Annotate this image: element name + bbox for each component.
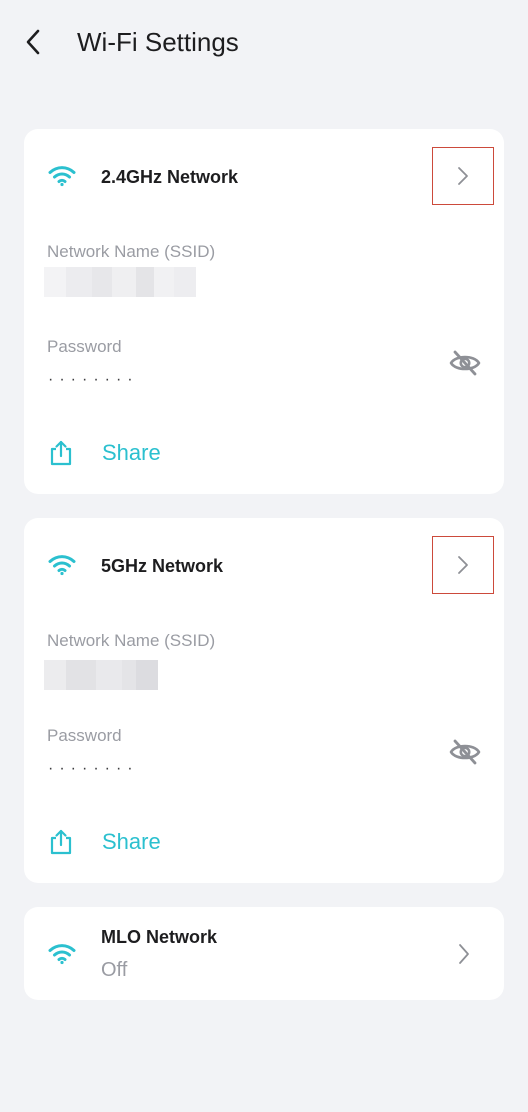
password-value: ········ bbox=[48, 760, 139, 777]
back-button[interactable] bbox=[20, 26, 50, 58]
ssid-blur-segment bbox=[174, 267, 196, 297]
open-mlo-settings-button[interactable] bbox=[454, 942, 474, 966]
toggle-password-visibility-button[interactable] bbox=[448, 738, 482, 766]
ssid-value bbox=[44, 267, 196, 297]
chevron-right-icon bbox=[458, 167, 468, 185]
network-row-5ghz[interactable]: 5GHz Network bbox=[24, 518, 504, 608]
mlo-status: Off bbox=[101, 959, 128, 981]
eye-off-icon bbox=[449, 350, 481, 376]
network-row-2-4ghz[interactable]: 2.4GHz Network bbox=[24, 129, 504, 219]
password-value: ········ bbox=[48, 371, 139, 388]
ssid-blur-segment bbox=[136, 660, 158, 690]
ssid-blur-segment bbox=[66, 267, 92, 297]
wifi-settings-screen: Wi-Fi Settings 2.4GHz Network Network Na… bbox=[0, 0, 528, 1112]
chevron-left-icon bbox=[26, 29, 40, 55]
password-label: Password bbox=[47, 337, 122, 356]
network-card-mlo[interactable]: MLO Network Off bbox=[24, 907, 504, 1000]
ssid-label: Network Name (SSID) bbox=[47, 631, 216, 650]
network-title: 2.4GHz Network bbox=[101, 167, 239, 187]
ssid-blur-segment bbox=[66, 660, 96, 690]
ssid-blur-segment bbox=[44, 267, 66, 297]
share-label: Share bbox=[102, 440, 161, 465]
ssid-value bbox=[44, 660, 158, 690]
chevron-right-icon bbox=[458, 556, 468, 574]
toggle-password-visibility-button[interactable] bbox=[448, 349, 482, 377]
header: Wi-Fi Settings bbox=[0, 0, 528, 86]
chevron-right-icon bbox=[459, 944, 469, 964]
open-5ghz-settings-button[interactable] bbox=[432, 536, 494, 594]
network-title: 5GHz Network bbox=[101, 556, 224, 576]
share-icon bbox=[50, 829, 72, 855]
page-title: Wi-Fi Settings bbox=[77, 27, 239, 57]
eye-off-icon bbox=[449, 739, 481, 765]
network-card-2-4ghz: 2.4GHz Network Network Name (SSID) Passw… bbox=[24, 129, 504, 494]
share-icon bbox=[50, 440, 72, 466]
ssid-blur-segment bbox=[122, 660, 136, 690]
network-card-5ghz: 5GHz Network Network Name (SSID) Passwor… bbox=[24, 518, 504, 883]
wifi-icon bbox=[48, 166, 76, 187]
share-2-4ghz-button[interactable]: Share bbox=[48, 437, 161, 469]
share-label: Share bbox=[102, 829, 161, 854]
wifi-icon bbox=[48, 555, 76, 576]
ssid-blur-segment bbox=[96, 660, 122, 690]
password-label: Password bbox=[47, 726, 122, 745]
network-title: MLO Network bbox=[101, 927, 218, 947]
ssid-blur-segment bbox=[154, 267, 174, 297]
ssid-label: Network Name (SSID) bbox=[47, 242, 216, 261]
share-5ghz-button[interactable]: Share bbox=[48, 826, 161, 858]
ssid-blur-segment bbox=[44, 660, 66, 690]
ssid-blur-segment bbox=[92, 267, 112, 297]
wifi-icon bbox=[48, 944, 76, 965]
open-2-4ghz-settings-button[interactable] bbox=[432, 147, 494, 205]
ssid-blur-segment bbox=[112, 267, 136, 297]
ssid-blur-segment bbox=[136, 267, 154, 297]
